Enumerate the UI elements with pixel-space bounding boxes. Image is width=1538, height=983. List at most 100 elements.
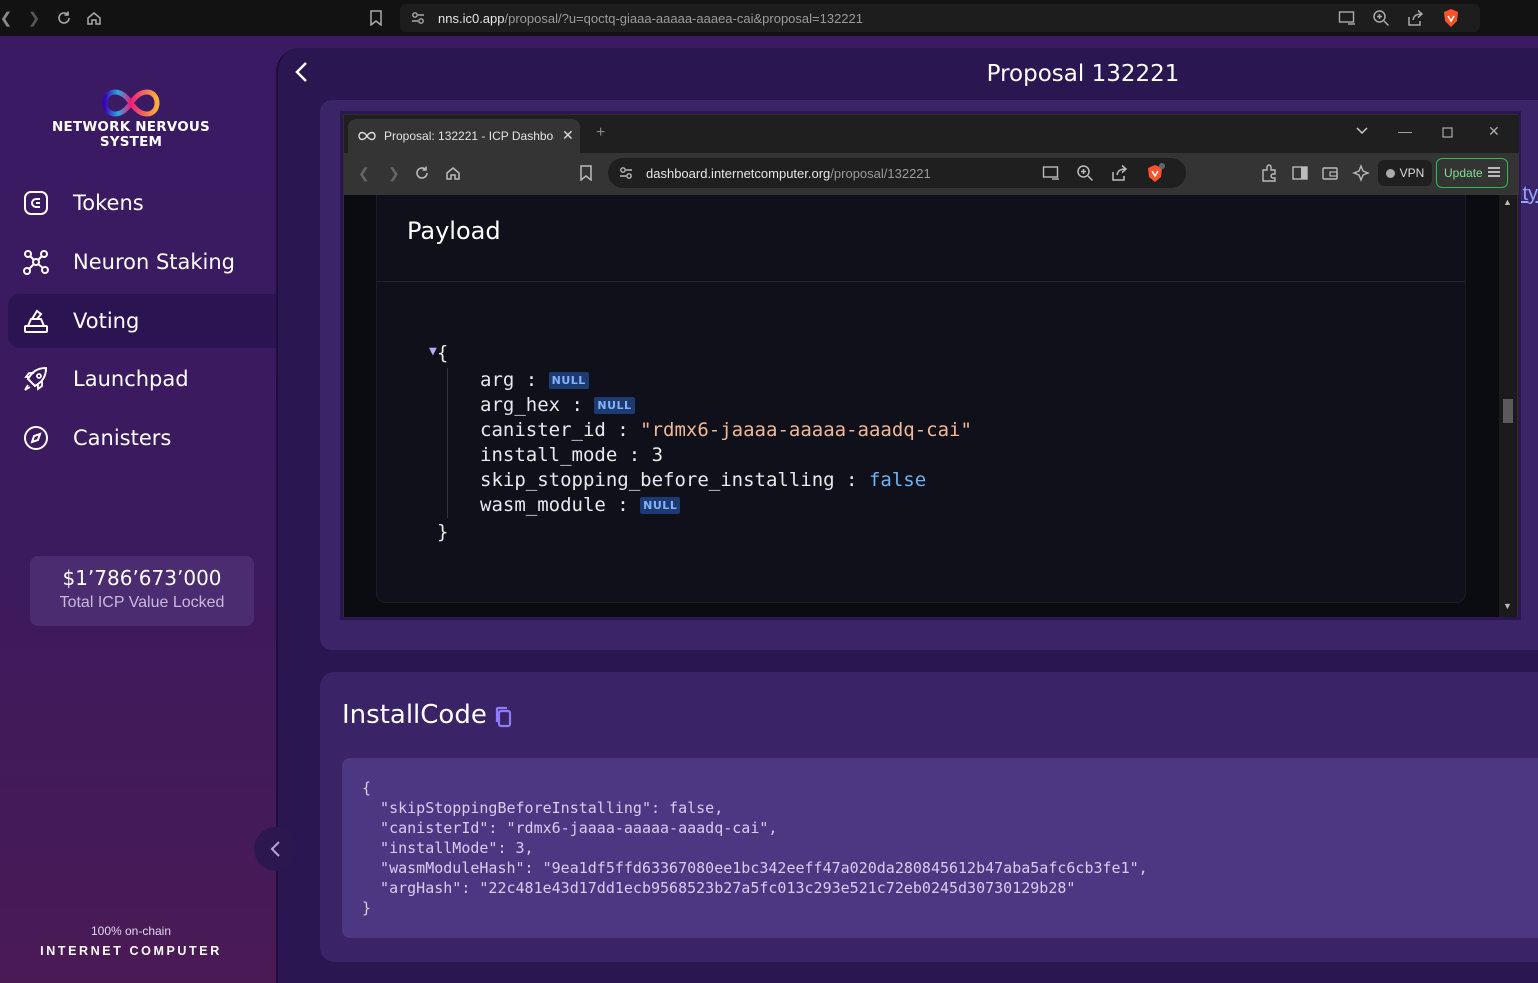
home-icon[interactable]: [84, 8, 104, 28]
cast-icon[interactable]: [1042, 165, 1060, 186]
chevron-left-icon: [270, 841, 280, 857]
brave-shield-icon[interactable]: [1146, 163, 1166, 188]
hamburger-menu-icon: [1487, 166, 1501, 181]
leo-ai-icon[interactable]: [1352, 164, 1370, 187]
dashboard-browser-window: Proposal: 132221 - ICP Dashboard ✕ + — ✕…: [343, 114, 1519, 617]
bookmark-icon[interactable]: [366, 8, 386, 28]
code-line: "canisterId": "rdmx6-jaaaa-aaaaa-aaadq-c…: [362, 819, 778, 837]
install-code-json: { "skipStoppingBeforeInstalling": false,…: [342, 758, 1538, 938]
maximize-icon[interactable]: [1442, 125, 1453, 143]
scroll-thumb[interactable]: [1503, 399, 1513, 423]
back-icon[interactable]: ❮: [358, 165, 370, 182]
new-tab-icon[interactable]: +: [596, 124, 605, 142]
share-icon[interactable]: [1110, 164, 1128, 187]
window-close-icon[interactable]: ✕: [1488, 123, 1500, 140]
code-line: }: [362, 899, 372, 917]
code-line: {: [362, 779, 372, 797]
bookmark-icon[interactable]: [579, 165, 593, 186]
home-icon[interactable]: [445, 165, 461, 186]
rocket-icon: [21, 364, 51, 394]
onchain-line2: INTERNET COMPUTER: [40, 944, 222, 958]
sidebar: NETWORK NERVOUS SYSTEM Tokens Neuron Sta…: [0, 36, 276, 983]
tvl-amount: $1’786’673’000: [62, 566, 222, 590]
infinity-favicon-icon: [358, 130, 376, 144]
site-settings-icon[interactable]: [410, 10, 426, 29]
sidebar-item-label: Launchpad: [73, 367, 189, 391]
site-settings-icon[interactable]: [618, 165, 634, 186]
compass-icon: [21, 423, 51, 453]
neuron-icon: [21, 247, 51, 277]
inner-tab-bar: Proposal: 132221 - ICP Dashboard ✕ + — ✕: [344, 115, 1519, 153]
internet-computer-badge[interactable]: 100% on-chain INTERNET COMPUTER: [0, 924, 262, 958]
update-label: Update: [1444, 166, 1483, 180]
payload-open-brace[interactable]: ▼{: [429, 341, 972, 368]
address-bar[interactable]: nns.ic0.app/proposal/?u=qoctq-giaaa-aaaa…: [400, 4, 1480, 32]
scroll-up-icon[interactable]: ▲: [1503, 197, 1512, 207]
voting-icon: [21, 306, 51, 336]
zoom-icon[interactable]: [1076, 164, 1094, 187]
payload-tree: ▼{ arg : NULL arg_hex : NULL canister_id…: [429, 341, 972, 545]
tokens-icon: [21, 188, 51, 218]
inner-scrollbar[interactable]: ▲ ▼: [1499, 195, 1517, 617]
nns-logo[interactable]: NETWORK NERVOUS SYSTEM: [50, 88, 212, 150]
onchain-line1: 100% on-chain: [90, 924, 172, 938]
copy-icon[interactable]: [494, 706, 512, 733]
sidebar-item-canisters[interactable]: Canisters: [8, 411, 276, 465]
tvl-label: Total ICP Value Locked: [59, 594, 225, 611]
tab-search-icon[interactable]: [1356, 125, 1368, 139]
sidebar-toggle-icon[interactable]: [1292, 165, 1308, 186]
sidebar-item-neuron-staking[interactable]: Neuron Staking: [8, 235, 276, 289]
null-badge: NULL: [594, 397, 635, 414]
zoom-icon[interactable]: [1372, 9, 1390, 30]
forward-icon[interactable]: ❯: [388, 165, 400, 182]
code-line: "wasmModuleHash": "9ea1df5ffd63367080ee1…: [362, 859, 1148, 877]
inner-toolbar: ❮ ❯ dashboard.internetcomputer.org/propo…: [344, 153, 1519, 195]
back-icon[interactable]: ❮: [0, 8, 16, 28]
vpn-button[interactable]: VPN: [1378, 160, 1432, 186]
payload-card: Payload ▼{ arg : NULL arg_hex : NULL can…: [376, 195, 1466, 603]
null-badge: NULL: [548, 372, 589, 389]
logo-line1: NETWORK NERVOUS: [52, 119, 210, 135]
scroll-down-icon[interactable]: ▼: [1503, 601, 1512, 611]
inner-page-content: Payload ▼{ arg : NULL arg_hex : NULL can…: [344, 195, 1499, 617]
infinity-logo-icon: [50, 88, 212, 120]
payload-title: Payload: [407, 217, 501, 245]
code-line: "argHash": "22c481e43d17dd1ecb9568523b27…: [362, 879, 1076, 897]
payload-divider: [377, 281, 1465, 282]
bool-value: false: [868, 469, 927, 491]
forward-icon[interactable]: ❯: [24, 8, 44, 28]
vpn-status-icon: [1385, 168, 1395, 178]
update-button[interactable]: Update: [1436, 158, 1508, 188]
extensions-icon[interactable]: [1260, 164, 1278, 187]
payload-field-wasm-module: wasm_module : NULL: [480, 493, 972, 518]
sidebar-item-voting[interactable]: Voting: [8, 294, 276, 348]
collapse-sidebar-button[interactable]: [254, 827, 298, 871]
close-icon[interactable]: ✕: [562, 127, 574, 144]
payload-field-install-mode: install_mode : 3: [480, 444, 664, 466]
vpn-label: VPN: [1399, 166, 1425, 180]
share-icon[interactable]: [1406, 9, 1424, 30]
inner-url-text: dashboard.internetcomputer.org/proposal/…: [646, 166, 931, 181]
triangle-down-icon[interactable]: ▼: [429, 344, 437, 359]
sidebar-item-label: Canisters: [73, 426, 172, 450]
page-title: Proposal 132221: [986, 61, 1180, 87]
wallet-icon[interactable]: [1322, 165, 1338, 186]
cast-icon[interactable]: [1338, 10, 1356, 29]
logo-line2: SYSTEM: [99, 134, 163, 150]
brave-shield-icon[interactable]: [1442, 8, 1460, 31]
sidebar-item-tokens[interactable]: Tokens: [8, 176, 276, 230]
url-text: nns.ic0.app/proposal/?u=qoctq-giaaa-aaaa…: [438, 11, 863, 26]
payload-close-brace: }: [437, 521, 449, 543]
inner-address-bar[interactable]: dashboard.internetcomputer.org/proposal/…: [608, 158, 1186, 188]
payload-field-arg-hex: arg_hex : NULL: [480, 393, 972, 418]
sidebar-item-launchpad[interactable]: Launchpad: [8, 352, 276, 406]
reload-icon[interactable]: [414, 165, 430, 186]
right-edge-link[interactable]: ity: [1518, 183, 1538, 206]
payload-field-canister-id: canister_id : "rdmx6-jaaaa-aaaaa-aaadq-c…: [480, 419, 972, 441]
install-code-card: InstallCode { "skipStoppingBeforeInstall…: [320, 672, 1538, 962]
minimize-icon[interactable]: —: [1398, 123, 1412, 139]
payload-fields: arg : NULL arg_hex : NULL canister_id : …: [447, 368, 972, 518]
reload-icon[interactable]: [54, 8, 74, 28]
inner-tab[interactable]: Proposal: 132221 - ICP Dashboard ✕: [348, 119, 580, 153]
sidebar-item-label: Neuron Staking: [73, 250, 236, 274]
